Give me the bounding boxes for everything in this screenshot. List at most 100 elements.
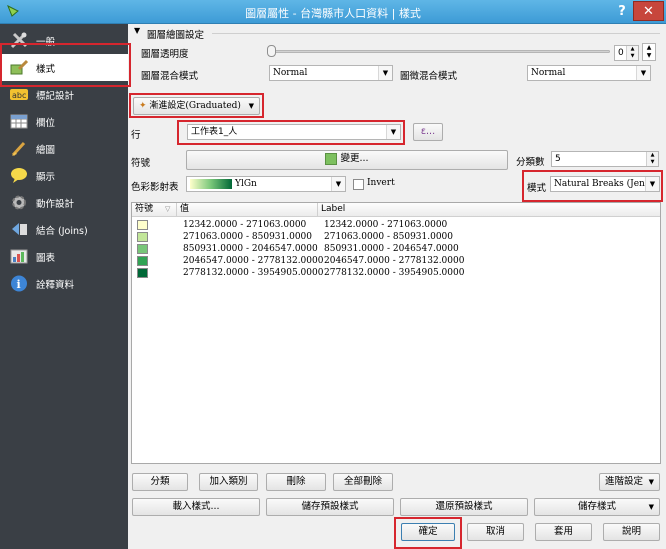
- class-value: 12342.0000 - 271063.0000: [183, 220, 307, 230]
- sidebar-item-joins[interactable]: 結合 (Joins): [0, 216, 128, 243]
- feature-blend-label: 圖徵混合模式: [400, 71, 458, 82]
- sidebar: 一般 樣式 abc 標記設計 欄位 繪圖 顯示 動作設計 結合 (Joins) …: [0, 24, 128, 549]
- chevron-down-icon: ▼: [648, 478, 654, 486]
- feature-blend-select[interactable]: Normal ▼: [527, 65, 651, 81]
- header-label: 符號: [135, 204, 154, 214]
- apply-button[interactable]: 套用: [535, 523, 592, 541]
- sidebar-item-label: 顯示: [36, 172, 56, 183]
- sidebar-item-label: 繪圖: [36, 145, 56, 156]
- class-label: 2778132.0000 - 3954905.0000: [324, 268, 465, 278]
- chevron-down-icon: ▼: [331, 177, 345, 191]
- column-header-value[interactable]: 值: [177, 203, 318, 217]
- highlight-style-tab: [0, 43, 131, 87]
- class-value: 2046547.0000 - 2778132.0000: [183, 256, 324, 266]
- sidebar-item-actions[interactable]: 動作設計: [0, 189, 128, 216]
- cancel-button[interactable]: 取消: [467, 523, 524, 541]
- transparency-value: 0: [618, 48, 624, 58]
- layer-blend-select[interactable]: Normal ▼: [269, 65, 393, 81]
- classes-spinbox[interactable]: 5 ▲ ▼: [551, 151, 659, 167]
- sidebar-item-rendering[interactable]: 繪圖: [0, 135, 128, 162]
- svg-text:abc: abc: [12, 91, 26, 100]
- table-row[interactable]: 12342.0000 - 271063.0000 12342.0000 - 27…: [132, 219, 662, 231]
- class-swatch[interactable]: [137, 268, 148, 278]
- classify-button[interactable]: 分類: [132, 473, 188, 491]
- column-header-symbol[interactable]: 符號 ▽: [132, 203, 177, 217]
- qgis-app-icon: [7, 4, 19, 17]
- speech-bubble-icon: [11, 168, 27, 183]
- class-value: 2778132.0000 - 3954905.0000: [183, 268, 324, 278]
- sidebar-item-label: 標記設計: [36, 91, 75, 102]
- layer-blend-value: Normal: [273, 68, 308, 78]
- spin-down-icon[interactable]: ▼: [646, 159, 658, 166]
- highlight-mode: [522, 170, 663, 202]
- class-swatch[interactable]: [137, 244, 148, 254]
- class-value: 850931.0000 - 2046547.0000: [183, 244, 318, 254]
- transparency-slider-handle[interactable]: [267, 45, 276, 57]
- table-row[interactable]: 2778132.0000 - 3954905.0000 2778132.0000…: [132, 267, 662, 279]
- expression-button[interactable]: ε...: [413, 123, 443, 141]
- save-style-label: 儲存樣式: [577, 501, 616, 512]
- sidebar-item-metadata[interactable]: i 詮釋資料: [0, 270, 128, 297]
- invert-checkbox[interactable]: [353, 179, 364, 190]
- symbol-change-button[interactable]: 變更...: [186, 150, 508, 170]
- sidebar-item-label: 欄位: [36, 118, 56, 129]
- color-ramp-label: 色彩影射表: [131, 182, 179, 193]
- sidebar-item-diagrams[interactable]: 圖表: [0, 243, 128, 270]
- sort-icon: ▽: [165, 205, 171, 213]
- rendering-group-title: 圖層繪圖設定: [147, 30, 205, 41]
- sidebar-item-label: 結合 (Joins): [36, 226, 88, 237]
- color-ramp-value: YlGn: [235, 179, 257, 189]
- class-swatch[interactable]: [137, 256, 148, 266]
- restore-default-style-button[interactable]: 還原預設樣式: [400, 498, 528, 516]
- table-fields-icon: [10, 114, 28, 129]
- sidebar-item-display[interactable]: 顯示: [0, 162, 128, 189]
- add-class-button[interactable]: 加入類別: [199, 473, 258, 491]
- join-icon: [12, 223, 27, 235]
- spin-up-icon[interactable]: ▲: [626, 46, 638, 53]
- sidebar-item-label: 詮釋資料: [36, 280, 75, 291]
- diagram-icon: [10, 249, 28, 264]
- column-header-label[interactable]: Label: [318, 203, 660, 217]
- table-row[interactable]: 2046547.0000 - 2778132.0000 2046547.0000…: [132, 255, 662, 267]
- class-swatch[interactable]: [137, 232, 148, 242]
- table-row[interactable]: 850931.0000 - 2046547.0000 850931.0000 -…: [132, 243, 662, 255]
- color-ramp-select[interactable]: YlGn ▼: [186, 176, 346, 192]
- transparency-spinbox[interactable]: 0 ▲ ▼: [614, 45, 639, 61]
- delete-all-button[interactable]: 全部刪除: [333, 473, 393, 491]
- sidebar-item-fields[interactable]: 欄位: [0, 108, 128, 135]
- symbol-swatch: [325, 152, 338, 165]
- spin-up-icon[interactable]: ▲: [646, 152, 658, 159]
- save-style-button[interactable]: 儲存樣式 ▼: [534, 498, 660, 516]
- class-value: 271063.0000 - 850931.0000: [183, 232, 313, 242]
- help-button[interactable]: 說明: [603, 523, 660, 541]
- window-title: 圖層屬性 - 台灣縣市人口資料 | 樣式: [245, 7, 421, 20]
- highlight-ok: [394, 517, 462, 549]
- load-style-button[interactable]: 載入樣式...: [132, 498, 260, 516]
- spin-down-icon[interactable]: ▼: [626, 53, 638, 60]
- save-default-style-button[interactable]: 儲存預設樣式: [266, 498, 394, 516]
- chevron-down-icon: ▼: [636, 66, 650, 80]
- chevron-down-icon: ▼: [378, 66, 392, 80]
- collapse-arrow-icon[interactable]: ▼: [134, 26, 140, 35]
- feature-blend-value: Normal: [531, 68, 566, 78]
- advanced-button[interactable]: 進階設定 ▼: [599, 473, 660, 491]
- transparency-slider[interactable]: [270, 50, 610, 53]
- table-row[interactable]: 271063.0000 - 850931.0000 271063.0000 - …: [132, 231, 662, 243]
- transparency-outer-spinner[interactable]: ▲ ▼: [642, 43, 656, 61]
- class-label: 271063.0000 - 850931.0000: [324, 232, 454, 242]
- classes-table[interactable]: 符號 ▽ 值 Label 12342.0000 - 271063.0000 12…: [131, 202, 661, 464]
- layer-blend-label: 圖層混合模式: [141, 71, 199, 82]
- svg-text:i: i: [17, 278, 21, 291]
- help-title-button[interactable]: ?: [611, 3, 633, 21]
- class-swatch[interactable]: [137, 220, 148, 230]
- close-button[interactable]: ✕: [633, 1, 664, 21]
- class-label: 12342.0000 - 271063.0000: [324, 220, 448, 230]
- delete-class-button[interactable]: 刪除: [266, 473, 326, 491]
- paint-brush-icon: [11, 141, 26, 157]
- symbol-change-label: 變更...: [340, 153, 369, 164]
- column-label: 行: [131, 130, 141, 141]
- symbol-label: 符號: [131, 158, 151, 169]
- highlight-column: [177, 120, 405, 145]
- highlight-renderer: [129, 93, 264, 118]
- chevron-down-icon: ▼: [648, 503, 654, 511]
